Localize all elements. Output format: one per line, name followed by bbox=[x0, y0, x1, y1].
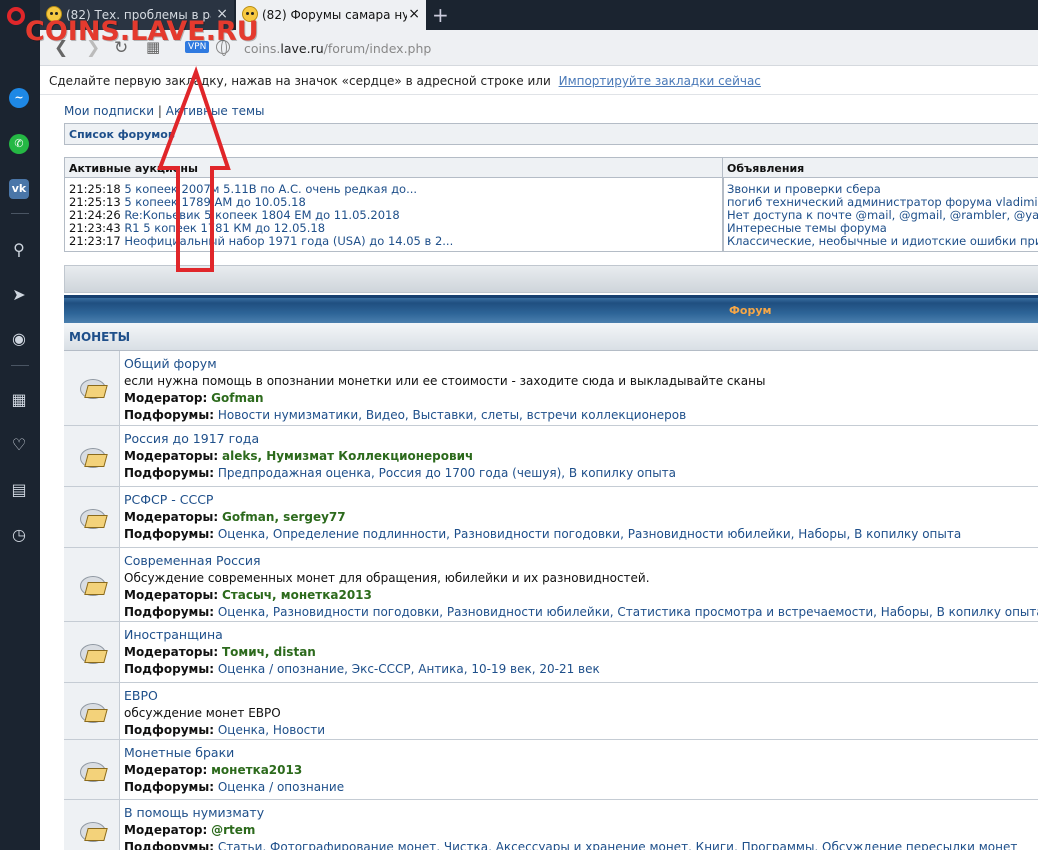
subforum-links[interactable]: Оценка / опознание bbox=[218, 780, 344, 794]
forum-row: Россия до 1917 года Модераторы: aleks, Н… bbox=[64, 426, 1038, 487]
forum-title-link[interactable]: Современная Россия bbox=[124, 553, 261, 568]
news-icon[interactable]: ▤ bbox=[9, 480, 29, 500]
whatsapp-icon[interactable]: ✆ bbox=[9, 134, 29, 154]
moderator-link[interactable]: Gofman bbox=[211, 391, 263, 405]
forum-title-link[interactable]: Общий форум bbox=[124, 356, 217, 371]
my-subscriptions-link[interactable]: Мои подписки bbox=[64, 104, 154, 118]
tab-forums[interactable]: (82) Форумы самара нум × bbox=[236, 0, 426, 30]
folder-icon bbox=[80, 446, 108, 468]
forum-row: ЕВРО обсуждение монет ЕВРО Подфорумы: Оц… bbox=[64, 683, 1038, 740]
forum-row: Современная Россия Обсуждение современны… bbox=[64, 548, 1038, 622]
auctions-list: 21:25:18 5 копеек 2007м 5.11В по А.С. оч… bbox=[65, 178, 723, 253]
url-path: /forum/index.php bbox=[323, 41, 432, 56]
moderator-link[interactable]: aleks, Нумизмат Коллекционерович bbox=[222, 449, 473, 463]
speed-dial-icon[interactable]: ▦ bbox=[9, 390, 29, 410]
forum-description: Обсуждение современных монет для обращен… bbox=[124, 571, 650, 585]
auction-link[interactable]: 5 копеек 2007м 5.11В по А.С. очень редка… bbox=[124, 182, 417, 196]
moderator-link[interactable]: Стасыч, монетка2013 bbox=[222, 588, 372, 602]
announcement-link[interactable]: Нет доступа к почте @mail, @gmail, @ramb… bbox=[727, 208, 1038, 222]
search-icon[interactable]: ⚲ bbox=[9, 240, 29, 260]
messenger-icon[interactable]: ~ bbox=[9, 88, 29, 108]
subforum-links[interactable]: Оценка, Новости bbox=[218, 723, 325, 737]
sidebar-divider bbox=[11, 365, 29, 366]
folder-icon bbox=[80, 507, 108, 529]
moderator-link[interactable]: монетка2013 bbox=[211, 763, 302, 777]
subforum-links[interactable]: Оценка, Определение подлинности, Разнови… bbox=[218, 527, 961, 541]
bookmark-hint-bar: Сделайте первую закладку, нажав на значо… bbox=[40, 67, 1038, 95]
history-icon[interactable]: ◷ bbox=[9, 525, 29, 545]
opera-logo-icon[interactable] bbox=[7, 7, 25, 25]
bookmark-hint-text: Сделайте первую закладку, нажав на значо… bbox=[49, 74, 551, 88]
forum-title-link[interactable]: В помощь нумизмату bbox=[124, 805, 264, 820]
forum-title-link[interactable]: РСФСР - СССР bbox=[124, 492, 213, 507]
heart-icon[interactable]: ♡ bbox=[9, 435, 29, 455]
forum-row: В помощь нумизмату Модератор: @rtem Подф… bbox=[64, 800, 1038, 850]
tab-title: (82) Форумы самара нум bbox=[262, 8, 407, 22]
opera-sidebar: ~ ✆ vk ⚲ ➤ ◉ ▦ ♡ ▤ ◷ bbox=[0, 30, 40, 850]
auctions-header: Активные аукционы bbox=[65, 158, 723, 178]
forum-title-link[interactable]: ЕВРО bbox=[124, 688, 158, 703]
announcements-box: Объявления Звонки и проверки сбера погиб… bbox=[722, 157, 1038, 252]
auction-link[interactable]: Неофициальный набор 1971 года (USA) до 1… bbox=[124, 234, 453, 248]
forum-description: если нужна помощь в опознании монетки ил… bbox=[124, 374, 766, 388]
subforum-links[interactable]: Оценка, Разновидности погодовки, Разнови… bbox=[218, 605, 1038, 619]
announcement-link[interactable]: Классические, необычные и идиотские ошиб… bbox=[727, 234, 1038, 248]
subforum-links[interactable]: Предпродажная оценка, Россия до 1700 год… bbox=[218, 466, 676, 480]
url-field[interactable]: coins.lave.ru/forum/index.php bbox=[244, 41, 431, 56]
url-domain: lave.ru bbox=[280, 41, 324, 56]
folder-icon bbox=[80, 701, 108, 723]
subforum-links[interactable]: Новости нумизматики, Видео, Выставки, сл… bbox=[218, 408, 686, 422]
vk-icon[interactable]: vk bbox=[9, 179, 29, 199]
camera-icon[interactable]: ◉ bbox=[9, 329, 29, 349]
folder-icon bbox=[80, 642, 108, 664]
folder-icon bbox=[80, 377, 108, 399]
forum-column-label: Форум bbox=[729, 304, 772, 317]
folder-icon bbox=[80, 574, 108, 596]
import-bookmarks-link[interactable]: Импортируйте закладки сейчас bbox=[559, 74, 761, 88]
forum-description: обсуждение монет ЕВРО bbox=[124, 706, 281, 720]
active-auctions-box: Активные аукционы 21:25:18 5 копеек 2007… bbox=[64, 157, 724, 252]
forum-title-link[interactable]: Россия до 1917 года bbox=[124, 431, 259, 446]
moderator-link[interactable]: Томич, distan bbox=[222, 645, 316, 659]
forum-title-link[interactable]: Иностранщина bbox=[124, 627, 223, 642]
announcement-link[interactable]: погиб технический администратор форума v… bbox=[727, 195, 1038, 209]
page-content: Мои подписки | Активные темы Список фору… bbox=[40, 96, 1038, 850]
top-links: Мои подписки | Активные темы bbox=[64, 104, 265, 118]
close-tab-icon[interactable]: × bbox=[408, 6, 420, 22]
forum-row: Иностранщина Модераторы: Томич, distan П… bbox=[64, 622, 1038, 683]
announcement-link[interactable]: Звонки и проверки сбера bbox=[727, 182, 881, 196]
folder-icon bbox=[80, 760, 108, 782]
new-tab-button[interactable]: + bbox=[432, 3, 449, 27]
active-topics-link[interactable]: Активные темы bbox=[166, 104, 265, 118]
site-watermark: COINS.LAVE.RU bbox=[25, 16, 259, 47]
moderator-link[interactable]: @rtem bbox=[211, 823, 255, 837]
auction-link[interactable]: 5 копеек 1789 АМ до 10.05.18 bbox=[124, 195, 305, 209]
auction-row: 21:23:17 Неофициальный набор 1971 года (… bbox=[69, 234, 454, 248]
announcements-header: Объявления bbox=[723, 158, 1038, 178]
announcement-link[interactable]: Интересные темы форума bbox=[727, 221, 887, 235]
spacer-bar bbox=[64, 265, 1038, 293]
forum-list-breadcrumb[interactable]: Список форумов bbox=[64, 123, 1038, 145]
forum-table-header: Форум bbox=[64, 295, 1038, 323]
announcements-list: Звонки и проверки сбера погиб технически… bbox=[723, 178, 1038, 253]
subforum-links[interactable]: Оценка / опознание, Экс-СССР, Антика, 10… bbox=[218, 662, 600, 676]
forum-row: Монетные браки Модератор: монетка2013 По… bbox=[64, 740, 1038, 800]
link-separator: | bbox=[157, 104, 162, 118]
sidebar-divider bbox=[11, 213, 29, 214]
auction-link[interactable]: R1 5 копеек 1781 КМ до 12.05.18 bbox=[124, 221, 325, 235]
folder-icon bbox=[80, 820, 108, 842]
subforum-links[interactable]: Статьи, Фотографирование монет, Чистка, … bbox=[218, 840, 1018, 850]
send-icon[interactable]: ➤ bbox=[9, 285, 29, 305]
auction-link[interactable]: Re:Копьевик 5 копеек 1804 ЕМ до 11.05.20… bbox=[124, 208, 399, 222]
forum-title-link[interactable]: Монетные браки bbox=[124, 745, 234, 760]
forum-row: РСФСР - СССР Модераторы: Gofman, sergey7… bbox=[64, 487, 1038, 548]
category-header[interactable]: МОНЕТЫ bbox=[64, 323, 1038, 351]
forum-row: Общий форум если нужна помощь в опознани… bbox=[64, 351, 1038, 426]
moderator-link[interactable]: Gofman, sergey77 bbox=[222, 510, 346, 524]
